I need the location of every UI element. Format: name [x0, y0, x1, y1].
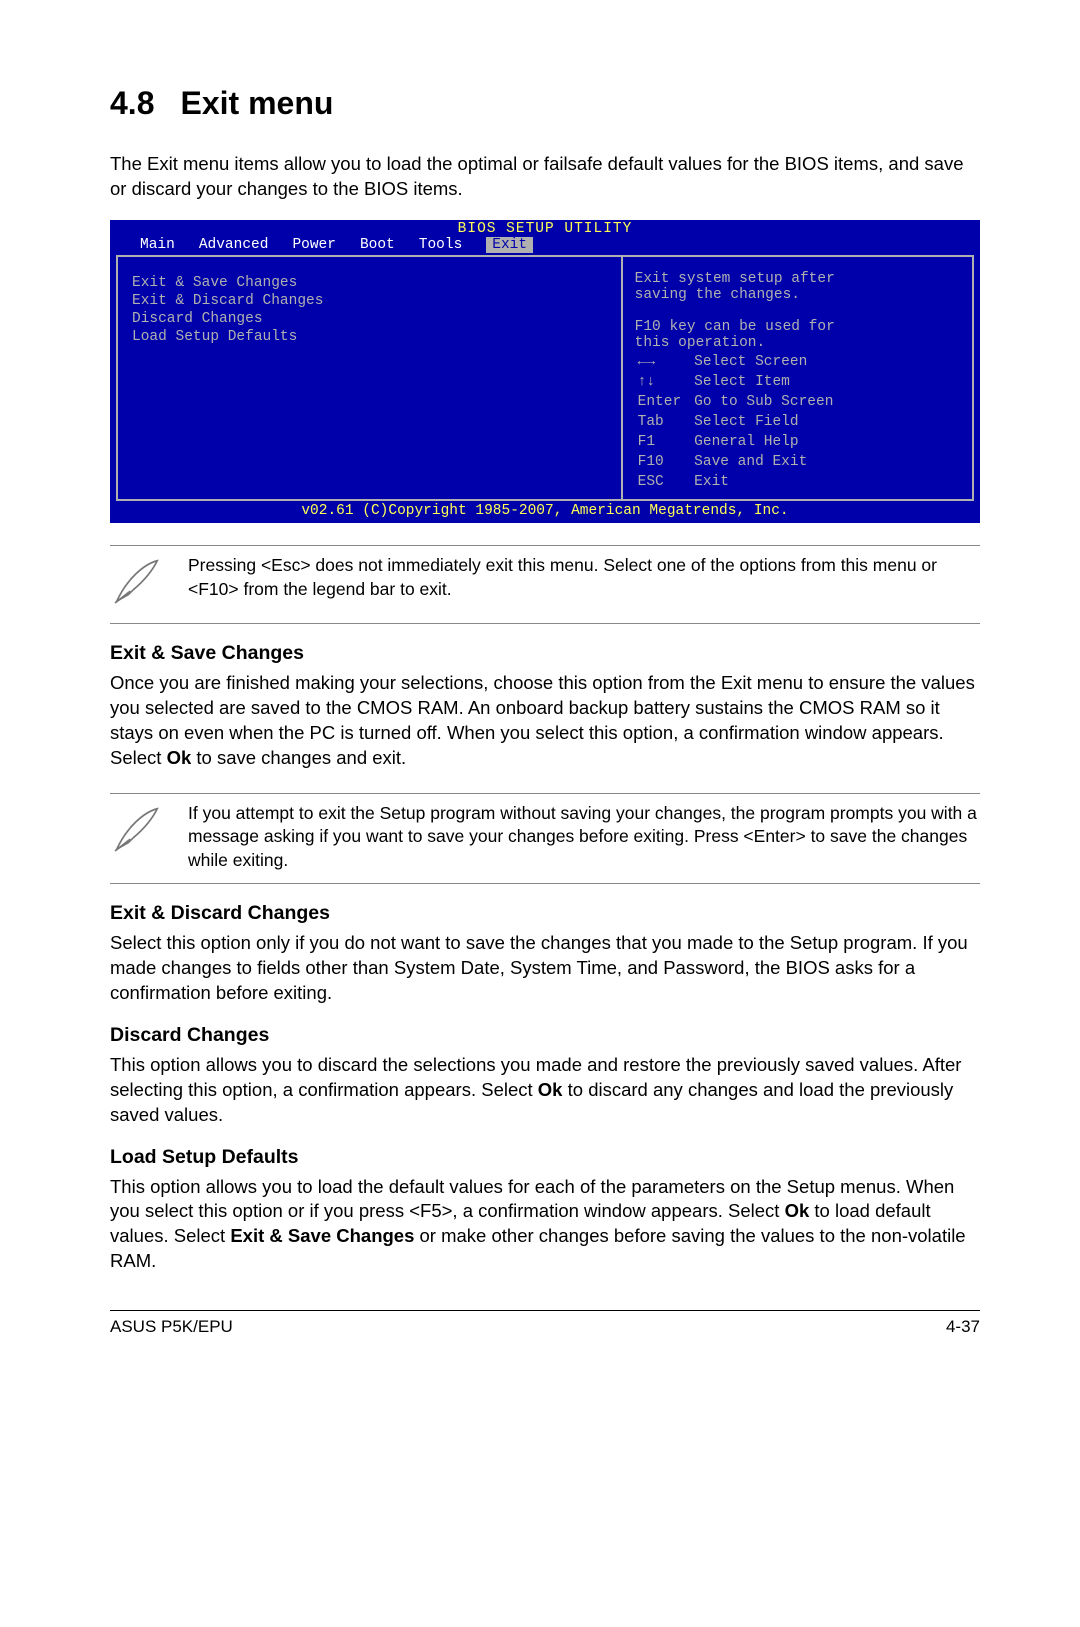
body-paragraph: This option allows you to load the defau… — [110, 1175, 980, 1275]
body-paragraph: Select this option only if you do not wa… — [110, 931, 980, 1006]
bios-tab-exit: Exit — [474, 237, 545, 253]
footer-right: 4-37 — [946, 1317, 980, 1337]
bios-tab-boot: Boot — [348, 237, 407, 253]
bios-help-text: Exit system setup after saving the chang… — [635, 271, 962, 351]
sub-heading: Discard Changes — [110, 1024, 980, 1047]
intro-paragraph: The Exit menu items allow you to load th… — [110, 152, 980, 202]
bios-tab-tools: Tools — [407, 237, 475, 253]
sub-heading: Exit & Discard Changes — [110, 902, 980, 925]
bios-menu-item: Exit & Discard Changes — [132, 293, 607, 309]
section-title: Exit menu — [180, 85, 333, 121]
sub-heading: Exit & Save Changes — [110, 642, 980, 665]
quill-icon — [110, 802, 168, 861]
bios-tab-advanced: Advanced — [187, 237, 281, 253]
sub-heading: Load Setup Defaults — [110, 1146, 980, 1169]
bios-menu-item: Exit & Save Changes — [132, 275, 607, 291]
note-text: If you attempt to exit the Setup program… — [188, 802, 980, 873]
bios-copyright: v02.61 (C)Copyright 1985-2007, American … — [110, 501, 980, 523]
note-block: Pressing <Esc> does not immediately exit… — [110, 545, 980, 624]
page-footer: ASUS P5K/EPU 4-37 — [110, 1310, 980, 1337]
body-paragraph: This option allows you to discard the se… — [110, 1053, 980, 1128]
bios-menu-list: Exit & Save Changes Exit & Discard Chang… — [118, 257, 623, 499]
footer-left: ASUS P5K/EPU — [110, 1317, 233, 1337]
quill-icon — [110, 554, 168, 613]
note-text: Pressing <Esc> does not immediately exit… — [188, 554, 980, 601]
section-heading: 4.8 Exit menu — [110, 85, 980, 122]
bios-screenshot: BIOS SETUP UTILITY Main Advanced Power B… — [110, 220, 980, 523]
bios-tab-row: Main Advanced Power Boot Tools Exit — [110, 237, 980, 255]
body-paragraph: Once you are finished making your select… — [110, 671, 980, 771]
section-number: 4.8 — [110, 85, 154, 121]
note-block: If you attempt to exit the Setup program… — [110, 793, 980, 884]
bios-legend: ←→Select Screen ↑↓Select Item EnterGo to… — [635, 351, 962, 493]
bios-tab-power: Power — [280, 237, 348, 253]
bios-title: BIOS SETUP UTILITY — [110, 220, 980, 237]
bios-menu-item: Load Setup Defaults — [132, 329, 607, 345]
bios-tab-main: Main — [128, 237, 187, 253]
bios-menu-item: Discard Changes — [132, 311, 607, 327]
